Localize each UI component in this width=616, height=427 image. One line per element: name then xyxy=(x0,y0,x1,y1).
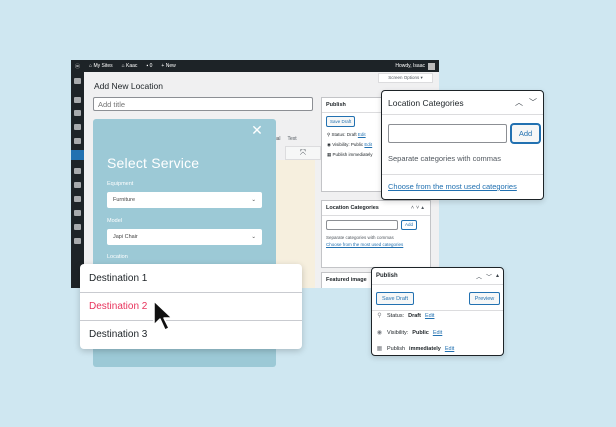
admin-bar-my-sites[interactable]: ⌂ My Sites xyxy=(89,63,113,69)
equipment-value: Furniture xyxy=(113,197,136,203)
status-value: Draft xyxy=(408,312,421,319)
screen-options-button[interactable]: Screen Options ▾ xyxy=(378,73,433,83)
status-row: ⚲ Status: Draft Edit xyxy=(376,312,434,320)
model-value: Japi Chair xyxy=(113,234,138,240)
avatar xyxy=(428,62,435,70)
equipment-select[interactable]: Furniture ⌄ xyxy=(107,192,262,208)
tools-icon[interactable] xyxy=(74,210,81,216)
divider xyxy=(372,310,503,311)
collapse-icon[interactable] xyxy=(74,238,81,244)
visibility-edit-link[interactable]: Edit xyxy=(433,330,442,336)
pages-icon[interactable] xyxy=(74,124,81,130)
admin-bar-comments[interactable]: ▪ 0 xyxy=(146,63,152,69)
close-icon[interactable]: ✕ xyxy=(250,123,264,137)
equipment-label: Equipment xyxy=(107,181,134,187)
chevron-down-icon: ⌄ xyxy=(251,234,256,240)
wp-status-label: Status: xyxy=(331,132,346,137)
wp-publish-value: immediately xyxy=(348,152,373,157)
title-input[interactable] xyxy=(93,97,313,111)
chevron-up-icon[interactable]: ︿ xyxy=(476,272,482,281)
appearance-icon[interactable] xyxy=(74,168,81,174)
wordpress-logo-icon[interactable]: ⓦ xyxy=(75,63,80,70)
divider xyxy=(382,174,543,175)
tab-text[interactable]: Text xyxy=(288,136,297,142)
wp-publish-title: Publish xyxy=(326,102,346,108)
dashboard-icon[interactable] xyxy=(74,78,81,84)
dropdown-item-destination-3[interactable]: Destination 3 xyxy=(80,320,302,348)
visibility-row: ◉ Visibility: Public Edit xyxy=(376,329,442,337)
category-hint: Separate categories with commas xyxy=(388,154,501,163)
wp-loccat-hint: Separate categories with commas xyxy=(326,235,394,240)
publish-row: ▦ Publish immediately Edit xyxy=(376,345,455,353)
settings-icon[interactable] xyxy=(74,224,81,230)
new-label: New xyxy=(165,63,176,69)
destination-dropdown: Destination 1 Destination 2 Destination … xyxy=(80,264,302,349)
comments-icon[interactable] xyxy=(74,138,81,144)
visibility-value: Public xyxy=(412,329,429,336)
status-label: Status: xyxy=(387,312,405,319)
add-category-button[interactable]: Add xyxy=(511,124,540,143)
publish-label: Publish xyxy=(387,345,406,352)
locations-icon[interactable] xyxy=(71,150,84,160)
category-input[interactable] xyxy=(388,124,507,143)
posts-icon[interactable] xyxy=(74,97,81,103)
admin-bar-account[interactable]: Howdy, Isaac xyxy=(395,62,435,70)
wp-visibility-edit-link[interactable]: Edit xyxy=(364,142,372,147)
triangle-up-icon[interactable]: ▴ xyxy=(496,272,499,281)
publish-header: Publish ︿ ﹀ ▴ xyxy=(372,268,503,285)
eye-icon: ◉ xyxy=(376,330,383,336)
wp-loccat-arrows-icon[interactable]: ˄˅▴ xyxy=(411,205,426,211)
publish-value: immediately xyxy=(409,345,441,352)
chevron-down-icon[interactable]: ﹀ xyxy=(486,272,492,281)
preview-button[interactable]: Preview xyxy=(469,292,500,305)
fullscreen-icon[interactable]: ⤧ xyxy=(285,146,321,160)
wp-publish-label: Publish xyxy=(332,152,348,157)
admin-bar-site[interactable]: ⌂ Kaac xyxy=(122,63,138,69)
save-draft-button[interactable]: Save Draft xyxy=(376,292,414,305)
status-edit-link[interactable]: Edit xyxy=(425,313,434,319)
location-label: Location xyxy=(107,254,128,260)
wp-loccat-title: Location Categories xyxy=(326,205,379,211)
model-select[interactable]: Japi Chair ⌄ xyxy=(107,229,262,245)
wp-loccat-add-button[interactable]: Add xyxy=(401,220,418,230)
admin-sidebar xyxy=(71,72,84,288)
admin-bar-new[interactable]: + New xyxy=(161,63,175,69)
publish-edit-link[interactable]: Edit xyxy=(445,346,454,352)
my-sites-label: My Sites xyxy=(93,63,113,69)
wp-status-edit-link[interactable]: Edit xyxy=(358,132,366,137)
publish-title: Publish xyxy=(376,273,398,279)
media-icon[interactable] xyxy=(74,110,81,116)
location-categories-header: Location Categories ︿ ﹀ xyxy=(382,91,543,115)
location-categories-title: Location Categories xyxy=(388,97,464,108)
dropdown-item-destination-1[interactable]: Destination 1 xyxy=(80,264,302,292)
wp-featured-title: Featured image xyxy=(326,277,367,283)
chevron-down-icon[interactable]: ﹀ xyxy=(529,97,537,108)
wp-status-value: Draft xyxy=(346,132,357,137)
comments-count: 0 xyxy=(149,63,153,69)
chevron-up-icon[interactable]: ︿ xyxy=(515,97,523,108)
plugins-icon[interactable] xyxy=(74,182,81,188)
model-label: Model xyxy=(107,218,122,224)
users-icon[interactable] xyxy=(74,196,81,202)
modal-title: Select Service xyxy=(107,155,200,171)
wp-visibility-value: Public xyxy=(350,142,364,147)
page-title: Add New Location xyxy=(94,81,163,91)
visibility-label: Visibility: xyxy=(387,329,409,336)
wp-loccat-input[interactable] xyxy=(326,220,398,230)
site-name-label: Kaac xyxy=(126,63,138,69)
most-used-categories-link[interactable]: Choose from the most used categories xyxy=(388,182,517,191)
location-categories-card: Location Categories ︿ ﹀ Add Separate cate… xyxy=(381,90,544,200)
mouse-cursor-icon xyxy=(153,300,173,331)
dropdown-item-destination-2[interactable]: Destination 2 xyxy=(80,292,302,320)
admin-bar: ⓦ ⌂ My Sites ⌂ Kaac ▪ 0 + New Howdy, Isa… xyxy=(71,60,439,72)
wp-save-draft-button[interactable]: Save Draft xyxy=(326,116,356,127)
pin-icon: ⚲ xyxy=(377,313,382,319)
wp-location-categories-box: Location Categories ˄˅▴ Add Separate cate… xyxy=(321,200,431,268)
wp-visibility-label: Visibility: xyxy=(332,142,350,147)
chevron-down-icon: ⌄ xyxy=(251,197,256,203)
publish-card: Publish ︿ ﹀ ▴ Save Draft Preview ⚲ Status:… xyxy=(371,267,504,356)
wp-loccat-link[interactable]: Choose from the most used categories xyxy=(326,242,403,247)
howdy-label: Howdy, Isaac xyxy=(395,63,425,69)
calendar-icon: ▦ xyxy=(376,346,383,352)
